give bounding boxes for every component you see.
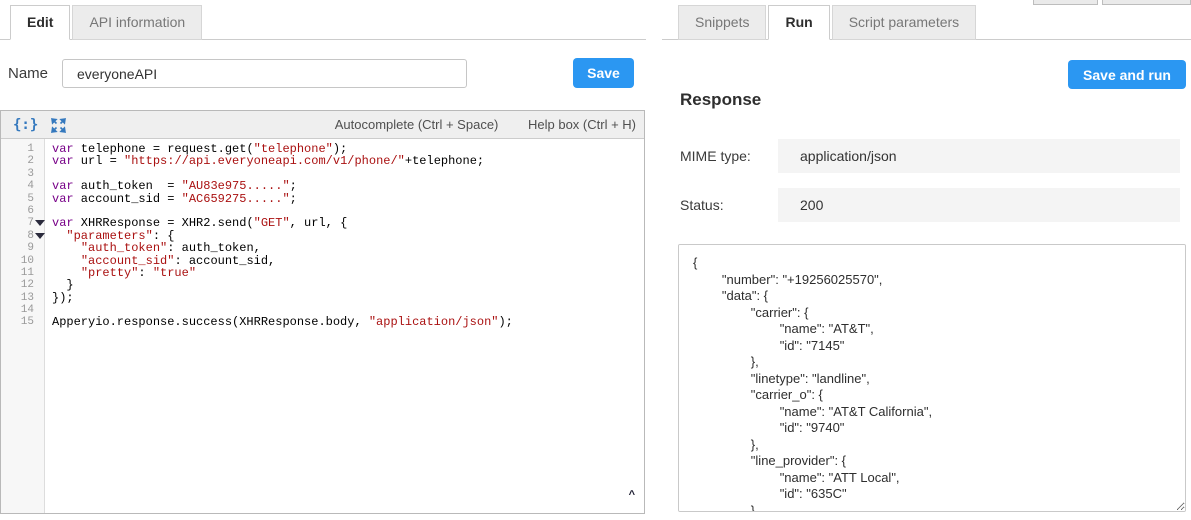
tab-script-parameters[interactable]: Script parameters — [831, 5, 977, 40]
expand-arrows-glyph — [51, 118, 66, 133]
line-number: 13 — [20, 291, 34, 304]
code-line[interactable]: var url = "https://api.everyoneapi.com/v… — [52, 155, 644, 167]
line-number: 14 — [20, 304, 34, 317]
mime-type-label: MIME type: — [680, 148, 751, 164]
expand-fullscreen-icon[interactable] — [51, 118, 66, 133]
tab-snippets[interactable]: Snippets — [678, 5, 767, 40]
code-line[interactable]: "pretty": "true" — [52, 267, 644, 279]
top-edge-partial-tab — [1102, 0, 1191, 5]
code-line[interactable]: Apperyio.response.success(XHRResponse.bo… — [52, 316, 644, 328]
tab-edit[interactable]: Edit — [10, 5, 71, 40]
editor-body: 1 2 3 4 5 6 7 8 9 10 11 12 13 14 15 var telephone = re… — [1, 139, 644, 513]
name-label: Name — [8, 65, 49, 82]
response-body-textarea[interactable]: { "number": "+19256025570", "data": { "c… — [678, 244, 1186, 512]
mime-type-value: application/json — [778, 139, 1180, 173]
code-line[interactable]: }); — [52, 291, 644, 304]
script-edit-panel: Edit API information Name Save {:} Autoc… — [0, 0, 646, 520]
code-fold-marker[interactable] — [35, 220, 45, 227]
line-number: 5 — [27, 192, 34, 205]
top-edge-partial-tab — [1033, 0, 1098, 5]
editor-code[interactable]: var telephone = request.get("telephone")… — [46, 139, 644, 513]
code-line[interactable]: var account_sid = "AC659275....."; — [52, 192, 644, 205]
beautify-code-icon[interactable]: {:} — [13, 116, 38, 134]
line-number: 2 — [27, 155, 34, 168]
right-tabbar: Snippets Run Script parameters — [678, 5, 978, 40]
editor-gutter: 1 2 3 4 5 6 7 8 9 10 11 12 13 14 15 — [1, 139, 45, 513]
editor-toolbar-hints: Autocomplete (Ctrl + Space) Help box (Ct… — [309, 111, 636, 139]
line-number: 1 — [27, 143, 34, 155]
line-number: 4 — [27, 180, 34, 193]
code-editor: {:} Autocomplete (Ctrl + Space) Help box… — [0, 110, 645, 514]
run-panel: Snippets Run Script parameters Save and … — [662, 0, 1191, 520]
line-number: 6 — [27, 204, 34, 217]
line-number: 15 — [20, 316, 34, 329]
autocomplete-hint: Autocomplete (Ctrl + Space) — [334, 117, 499, 132]
code-fold-marker[interactable] — [35, 232, 45, 239]
line-number: 11 — [20, 266, 34, 279]
line-number: 10 — [20, 254, 34, 267]
editor-toolbar: {:} Autocomplete (Ctrl + Space) Help box… — [1, 111, 644, 139]
helpbox-hint: Help box (Ctrl + H) — [528, 117, 636, 132]
response-heading: Response — [680, 90, 762, 109]
tab-run[interactable]: Run — [768, 5, 830, 40]
line-number: 3 — [27, 167, 34, 180]
code-line[interactable]: } — [52, 279, 644, 291]
status-label: Status: — [680, 197, 724, 213]
save-and-run-button[interactable]: Save and run — [1068, 60, 1186, 89]
name-input[interactable] — [62, 59, 467, 88]
save-button[interactable]: Save — [573, 58, 634, 88]
tab-api-information[interactable]: API information — [72, 5, 203, 40]
left-tabbar: Edit API information — [10, 5, 204, 40]
scroll-up-caret[interactable]: ^ — [629, 489, 635, 501]
line-number: 9 — [27, 242, 34, 255]
line-number: 12 — [20, 279, 34, 292]
status-value: 200 — [778, 188, 1180, 222]
